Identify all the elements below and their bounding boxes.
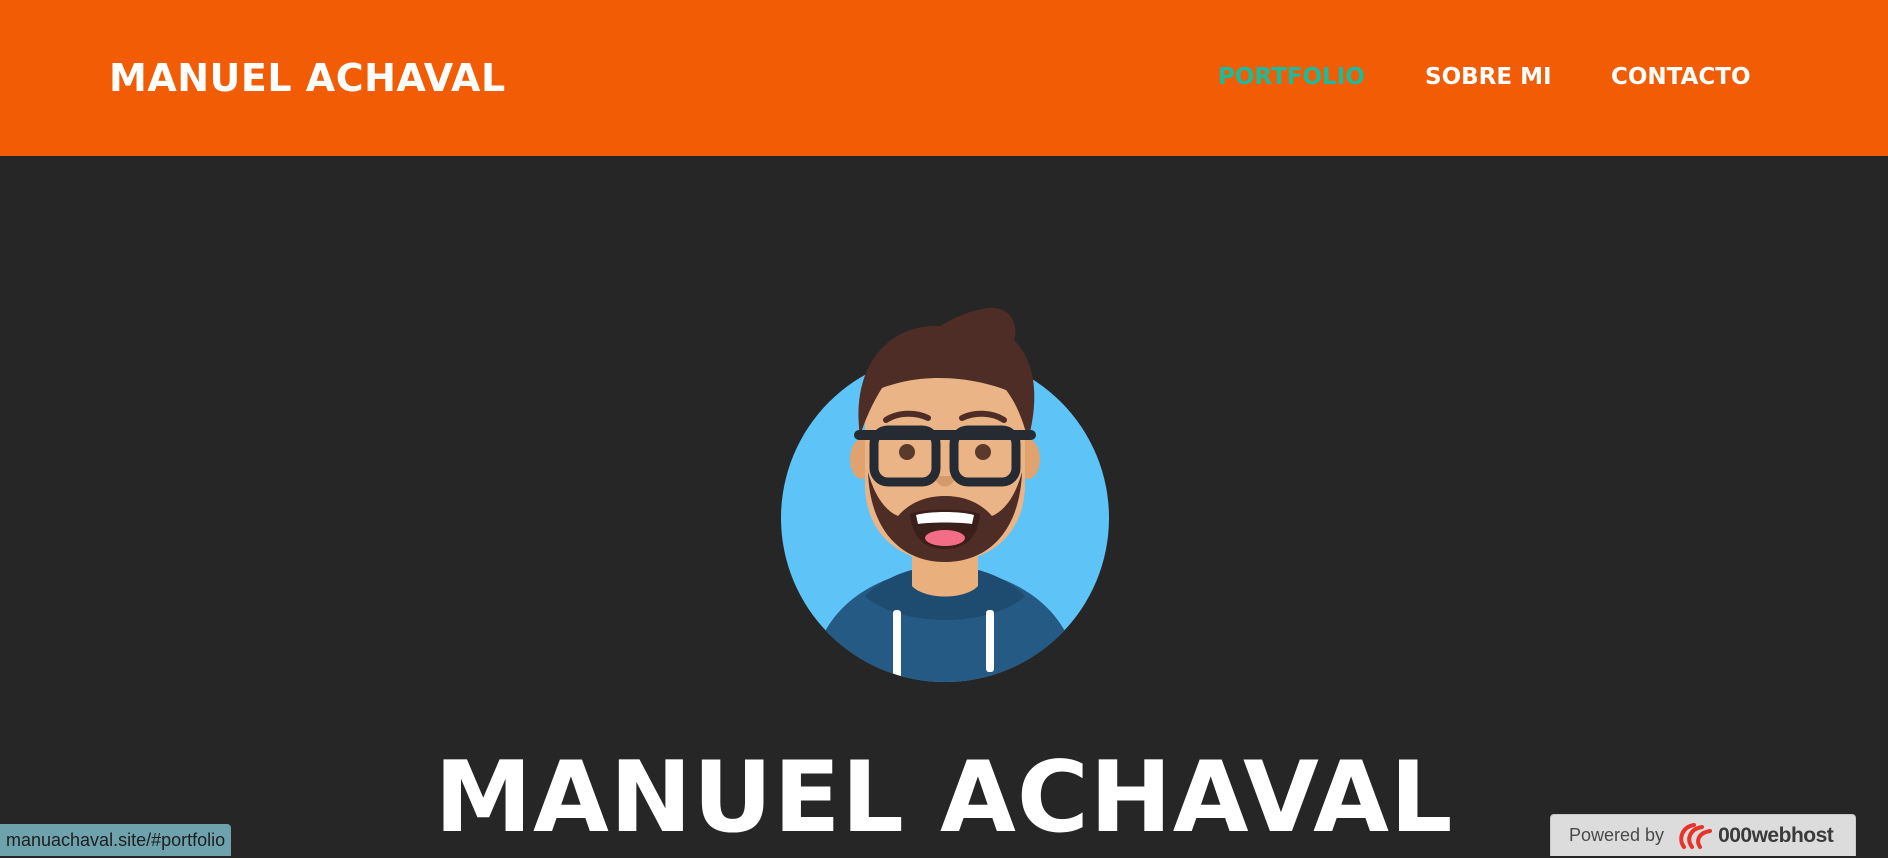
top-navbar: MANUEL ACHAVAL PORTFOLIO SOBRE MI CONTAC… [0,0,1888,156]
status-bar-url: manuachaval.site/#portfolio [0,824,232,856]
powered-by-badge[interactable]: Powered by 000webhost [1550,814,1856,856]
000webhost-brand-name: 000webhost [1718,823,1834,847]
brand-logo-link[interactable]: MANUEL ACHAVAL [109,54,506,102]
nav-link-sobre-mi[interactable]: SOBRE MI [1425,62,1552,92]
nav-link-portfolio[interactable]: PORTFOLIO [1218,62,1365,92]
000webhost-logo-icon [1679,822,1713,849]
powered-by-label: Powered by [1569,825,1665,845]
nav-link-contacto[interactable]: CONTACTO [1611,62,1751,92]
developer-avatar-icon [781,307,1109,682]
